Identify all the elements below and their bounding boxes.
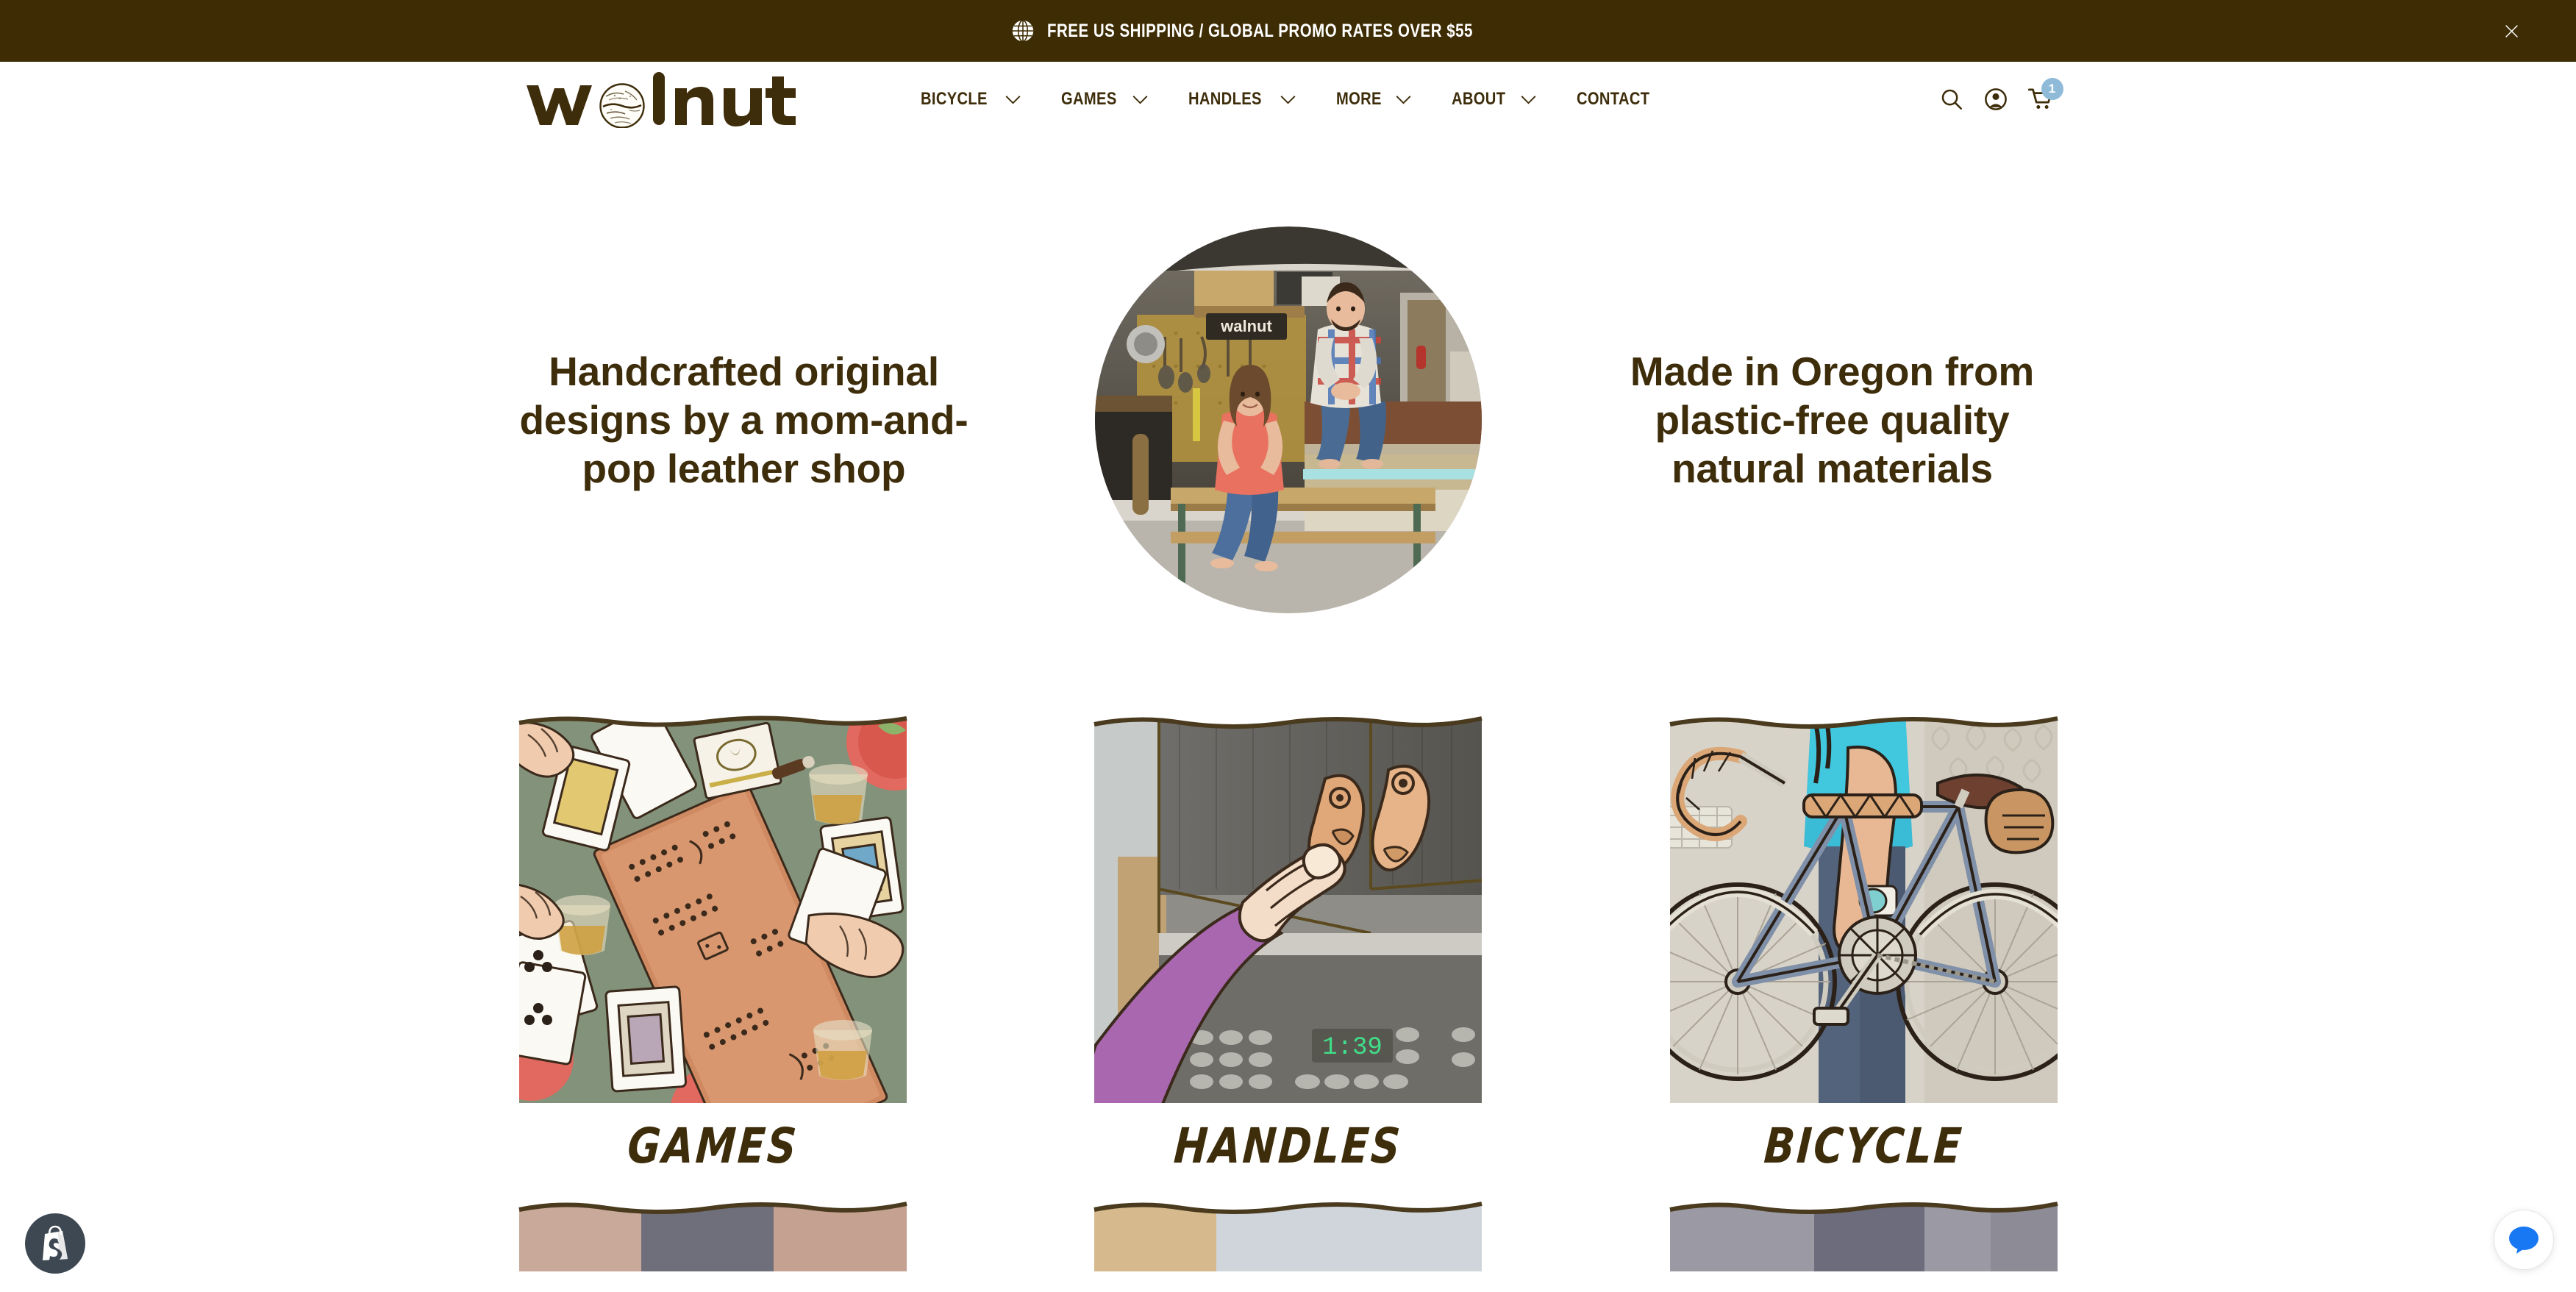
category-card-bicycle[interactable]: BICYCLE: [1667, 713, 2061, 1174]
nav-item-contact[interactable]: CONTACT: [1577, 89, 1663, 110]
announcement-content: FREE US SHIPPING / GLOBAL PROMO RATES OV…: [1010, 18, 1566, 43]
site-logo[interactable]: [524, 62, 884, 137]
nav-label: BICYCLE: [920, 89, 988, 109]
chevron-down-icon: [1005, 95, 1021, 104]
hero-photo: walnut: [1084, 226, 1493, 613]
hero-right-heading: Made in Oregon from plastic-free quality…: [1630, 349, 2035, 491]
chevron-down-icon: [1280, 95, 1296, 104]
chat-bubble-icon: [2508, 1225, 2540, 1254]
hero-left-heading: Handcrafted original designs by a mom-an…: [519, 349, 968, 491]
close-icon[interactable]: [2497, 16, 2526, 46]
category-card-row2-1[interactable]: [516, 1198, 910, 1271]
category-title-handles: HANDLES: [1172, 1118, 1404, 1174]
nav-label: ABOUT: [1452, 89, 1506, 109]
announcement-bar: FREE US SHIPPING / GLOBAL PROMO RATES OV…: [0, 0, 2576, 62]
nav-label: MORE: [1336, 89, 1382, 109]
cart-icon[interactable]: 1: [2027, 78, 2063, 111]
svg-text:walnut: walnut: [1220, 317, 1272, 335]
hero-section: Handcrafted original designs by a mom-an…: [516, 137, 2061, 613]
chevron-down-icon: [1521, 95, 1537, 104]
hero-left-column: Handcrafted original designs by a mom-an…: [516, 347, 972, 493]
category-image-bicycle: [1667, 713, 2061, 1106]
chevron-down-icon: [1132, 95, 1149, 104]
category-title-bicycle: BICYCLE: [1762, 1118, 1965, 1174]
announcement-text: FREE US SHIPPING / GLOBAL PROMO RATES OV…: [1046, 20, 1473, 41]
nav-label: HANDLES: [1188, 89, 1262, 109]
category-image-games: [516, 713, 910, 1106]
category-grid-row-2: [516, 1174, 2061, 1271]
cart-count-badge: 1: [2041, 78, 2063, 100]
header-inner: BICYCLE GAMES HANDLES MORE ABOUT CONTACT…: [524, 62, 2063, 137]
globe-icon: [1010, 18, 1035, 43]
category-image-row2-1: [516, 1198, 910, 1271]
shopify-bag-icon: [38, 1225, 72, 1262]
category-card-row2-3[interactable]: [1667, 1198, 2061, 1271]
site-header: BICYCLE GAMES HANDLES MORE ABOUT CONTACT…: [0, 62, 2576, 137]
nav-item-about[interactable]: ABOUT: [1452, 89, 1537, 110]
svg-text:1:39: 1:39: [1322, 1034, 1382, 1062]
nav-item-handles[interactable]: HANDLES: [1188, 89, 1297, 110]
hero-right-column: Made in Oregon from plastic-free quality…: [1605, 347, 2061, 493]
category-image-row2-3: [1667, 1198, 2061, 1271]
category-image-handles: 1:39: [1091, 713, 1485, 1106]
shopify-badge[interactable]: [25, 1213, 85, 1274]
category-image-row2-2: [1091, 1198, 1485, 1271]
main-navigation: BICYCLE GAMES HANDLES MORE ABOUT CONTACT: [921, 89, 1664, 110]
nav-label: CONTACT: [1577, 89, 1650, 109]
category-grid: GAMES 1:39 HANDLES BICYCLE: [516, 613, 2061, 1174]
search-icon[interactable]: [1940, 88, 1963, 111]
chat-button[interactable]: [2494, 1210, 2554, 1270]
category-card-games[interactable]: GAMES: [516, 713, 910, 1174]
hero-photo-wrapper: walnut: [1082, 226, 1494, 613]
category-card-row2-2[interactable]: [1091, 1198, 1485, 1271]
account-icon[interactable]: [1984, 88, 2008, 111]
chevron-down-icon: [1396, 95, 1412, 104]
nav-label: GAMES: [1060, 89, 1117, 109]
header-actions: 1: [1940, 78, 2063, 111]
nav-item-games[interactable]: GAMES: [1061, 89, 1149, 110]
nav-item-bicycle[interactable]: BICYCLE: [921, 89, 1021, 110]
category-title-games: GAMES: [625, 1118, 800, 1174]
category-card-handles[interactable]: 1:39 HANDLES: [1091, 713, 1485, 1174]
nav-item-more[interactable]: MORE: [1336, 89, 1412, 110]
